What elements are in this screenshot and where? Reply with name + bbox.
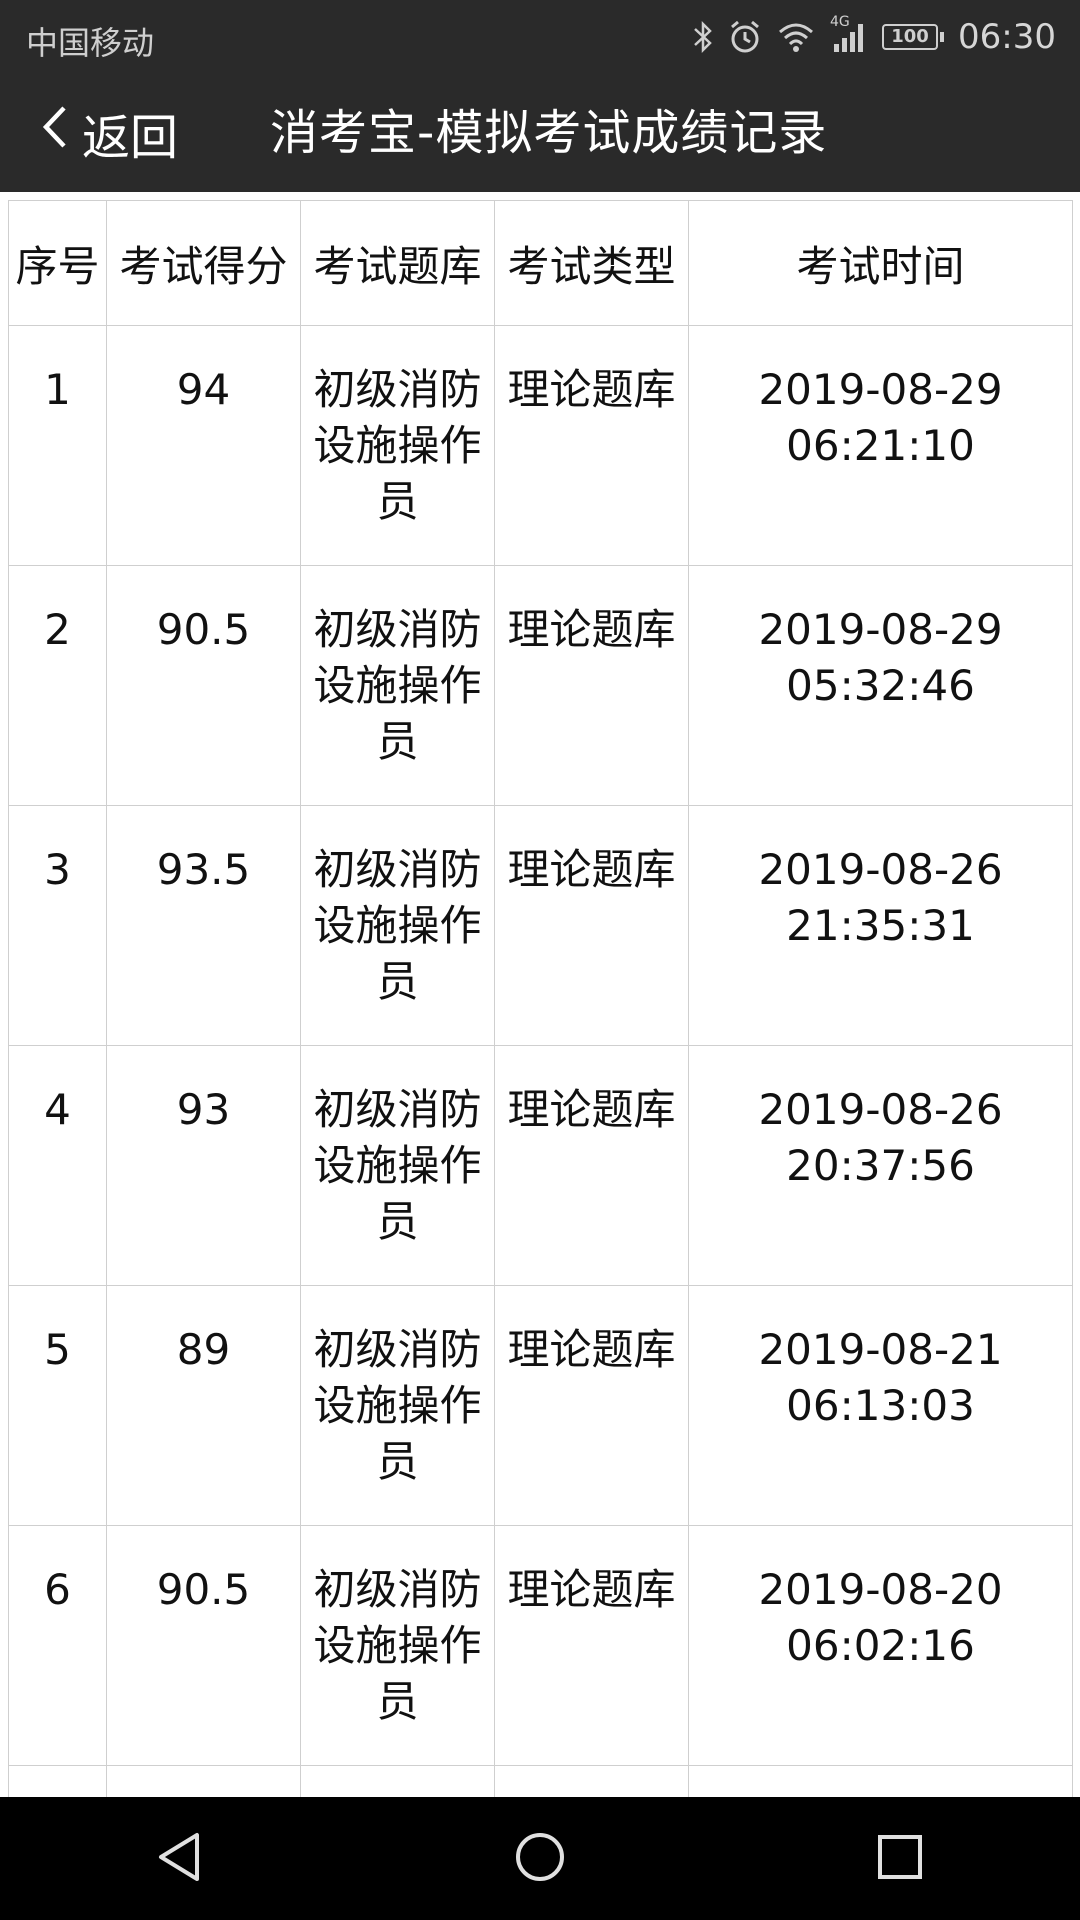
back-nav-icon bbox=[155, 1830, 205, 1888]
status-icons: 4G 100 06:30 bbox=[692, 12, 1056, 62]
cell-bank: 初级消防设施操作员 bbox=[313, 1085, 482, 1246]
battery-level: 100 bbox=[882, 24, 939, 50]
chevron-left-icon bbox=[40, 102, 70, 164]
home-nav-icon bbox=[513, 1830, 567, 1888]
column-header-bank: 考试题库 bbox=[300, 200, 495, 326]
column-header-type: 考试类型 bbox=[494, 200, 689, 326]
table-header-row: 序号 考试得分 考试题库 考试类型 考试时间 bbox=[8, 200, 1073, 326]
cell-date: 2019-08-21 bbox=[758, 1325, 1003, 1374]
cell-type: 理论题库 bbox=[507, 1565, 676, 1614]
cell-no: 6 bbox=[8, 1525, 107, 1766]
cell-type: 理论题库 bbox=[507, 605, 676, 654]
cell-time: 06:13:03 bbox=[786, 1381, 975, 1430]
recents-nav-icon bbox=[875, 1832, 925, 1886]
page-title: 消考宝-模拟考试成绩记录 bbox=[270, 105, 828, 161]
nav-recents-button[interactable] bbox=[840, 1809, 960, 1909]
carrier-name: 中国移动 bbox=[26, 24, 155, 62]
status-time: 06:30 bbox=[958, 17, 1056, 57]
cell-score: 89 bbox=[106, 1285, 301, 1526]
network-type: 4G bbox=[830, 14, 850, 30]
table-row: 2 90.5 初级消防设施操作员 理论题库 2019-08-29 05:32:46 bbox=[8, 565, 1073, 806]
column-header-time: 考试时间 bbox=[688, 200, 1073, 326]
cell-bank: 初级消防设施操作员 bbox=[313, 1565, 482, 1726]
records-content[interactable]: 序号 考试得分 考试题库 考试类型 考试时间 1 94 初级消防设施操作员 理论… bbox=[0, 192, 1080, 1797]
cell-time: 20:37:56 bbox=[786, 1141, 975, 1190]
table-row: 3 93.5 初级消防设施操作员 理论题库 2019-08-26 21:35:31 bbox=[8, 805, 1073, 1046]
cell-no: 5 bbox=[8, 1285, 107, 1526]
cell-no: 3 bbox=[8, 805, 107, 1046]
cell-bank: 初级消防设施操作员 bbox=[313, 1325, 482, 1486]
signal-icon: 4G bbox=[830, 14, 868, 54]
cell-time: 06:02:16 bbox=[786, 1621, 975, 1670]
cell-score: 93.5 bbox=[106, 805, 301, 1046]
navigation-bar bbox=[0, 1797, 1080, 1920]
cell-score: 90.5 bbox=[106, 565, 301, 806]
cell-score: 94 bbox=[106, 325, 301, 566]
cell-type: 理论题库 bbox=[507, 365, 676, 414]
cell-type: 理论题库 bbox=[507, 1085, 676, 1134]
column-header-no: 序号 bbox=[8, 200, 107, 326]
cell-date: 2019-08-29 bbox=[758, 365, 1003, 414]
cell-score: 90.5 bbox=[106, 1525, 301, 1766]
cell-date: 2019-08-29 bbox=[758, 605, 1003, 654]
table-row: 4 93 初级消防设施操作员 理论题库 2019-08-26 20:37:56 bbox=[8, 1045, 1073, 1286]
column-header-score: 考试得分 bbox=[106, 200, 301, 326]
table-row: 5 89 初级消防设施操作员 理论题库 2019-08-21 06:13:03 bbox=[8, 1285, 1073, 1526]
cell-date: 2019-08-20 bbox=[758, 1565, 1003, 1614]
bluetooth-icon bbox=[692, 19, 714, 55]
cell-no: 4 bbox=[8, 1045, 107, 1286]
cell-date: 2019-08-26 bbox=[758, 1085, 1003, 1134]
status-bar: 中国移动 4G 100 06:30 bbox=[0, 0, 1080, 75]
cell-time: 06:21:10 bbox=[786, 421, 975, 470]
back-button[interactable]: 返回 bbox=[40, 97, 178, 169]
cell-type: 理论题库 bbox=[507, 845, 676, 894]
cell-bank: 初级消防设施操作员 bbox=[313, 605, 482, 766]
nav-home-button[interactable] bbox=[480, 1809, 600, 1909]
cell-bank: 初级消防设施操作员 bbox=[313, 845, 482, 1006]
table-row-partial bbox=[8, 1765, 1073, 1797]
cell-no: 1 bbox=[8, 325, 107, 566]
nav-back-button[interactable] bbox=[120, 1809, 240, 1909]
cell-bank: 初级消防设施操作员 bbox=[313, 365, 482, 526]
back-label: 返回 bbox=[82, 110, 179, 166]
cell-no: 2 bbox=[8, 565, 107, 806]
title-bar: 返回 消考宝-模拟考试成绩记录 bbox=[0, 75, 1080, 192]
table-row: 1 94 初级消防设施操作员 理论题库 2019-08-29 06:21:10 bbox=[8, 325, 1073, 566]
battery-icon: 100 bbox=[882, 24, 945, 50]
table-row: 6 90.5 初级消防设施操作员 理论题库 2019-08-20 06:02:16 bbox=[8, 1525, 1073, 1766]
cell-time: 05:32:46 bbox=[786, 661, 975, 710]
wifi-icon bbox=[776, 20, 816, 54]
cell-score: 93 bbox=[106, 1045, 301, 1286]
cell-time: 21:35:31 bbox=[786, 901, 975, 950]
alarm-icon bbox=[728, 19, 762, 55]
cell-type: 理论题库 bbox=[507, 1325, 676, 1374]
cell-date: 2019-08-26 bbox=[758, 845, 1003, 894]
exam-records-table: 序号 考试得分 考试题库 考试类型 考试时间 1 94 初级消防设施操作员 理论… bbox=[8, 200, 1073, 1797]
